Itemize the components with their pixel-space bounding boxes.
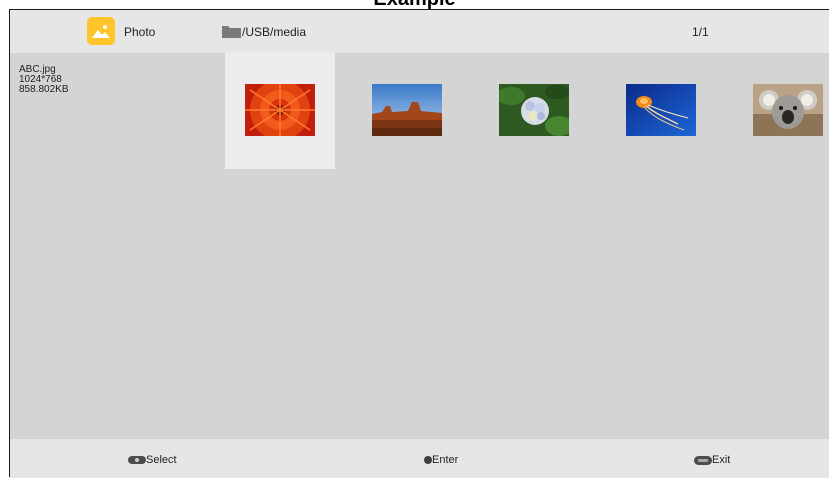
- page-heading: Example: [0, 0, 829, 9]
- folder-icon: [222, 26, 241, 38]
- top-bar: Photo /USB/media 1/1: [10, 10, 829, 53]
- thumbnail-item[interactable]: [479, 52, 589, 169]
- app-label: Photo: [124, 25, 156, 39]
- select-label: Select: [146, 454, 177, 466]
- page-indicator: 1/1: [692, 25, 709, 39]
- thumbnail-item[interactable]: [606, 52, 716, 169]
- thumbnail-koala-image: [753, 84, 823, 136]
- photo-app-icon: [87, 17, 115, 45]
- file-info-panel: ABC.jpg 1024*768 858.802KB: [19, 65, 69, 95]
- enter-label: Enter: [432, 454, 459, 466]
- ok-dot-icon: [424, 456, 432, 464]
- thumbnail-jellyfish-image: [626, 84, 696, 136]
- media-browser-screen: Photo /USB/media 1/1 ABC.jpg 1024*768 85…: [9, 9, 829, 478]
- thumbnail-red-flower-image: [245, 84, 315, 136]
- select-hint: Select: [128, 454, 177, 466]
- thumbnail-item-selected[interactable]: [225, 52, 335, 169]
- folder-path: /USB/media: [242, 25, 307, 39]
- bottom-hint-bar: Select Enter Exit: [10, 439, 829, 478]
- enter-hint: Enter: [424, 454, 458, 466]
- exit-label: Exit: [712, 454, 731, 466]
- thumbnail-desert-image: [372, 84, 442, 136]
- file-size: 858.802KB: [19, 84, 69, 95]
- thumbnail-hydrangea-image: [499, 84, 569, 136]
- exit-hint: Exit: [694, 454, 730, 466]
- dpad-icon: [128, 456, 146, 464]
- exit-key-icon: [694, 455, 712, 465]
- thumbnail-item[interactable]: [352, 52, 462, 169]
- thumbnail-item[interactable]: [733, 52, 829, 169]
